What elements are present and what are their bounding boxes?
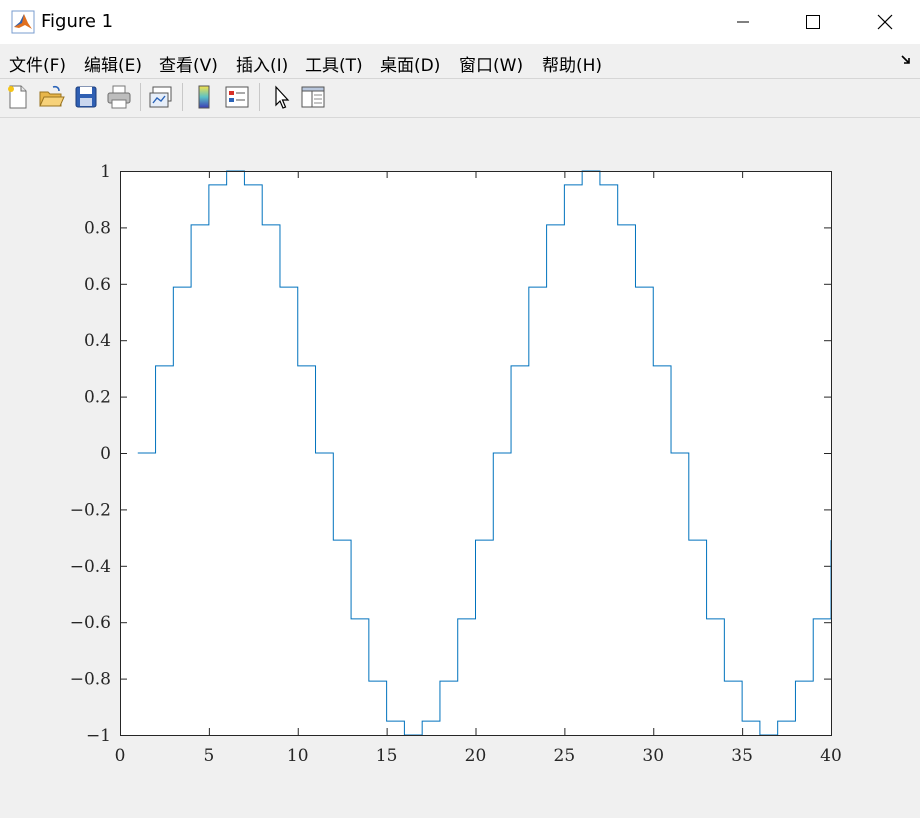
colorbar-button[interactable]: [190, 83, 218, 111]
maximize-icon: [806, 15, 820, 29]
y-tick-label: −1: [86, 726, 111, 746]
y-tick-label: −0.6: [70, 613, 111, 633]
x-tick-label: 20: [465, 746, 487, 766]
menu-bar: 文件(F) 编辑(E) 查看(V) 插入(I) 工具(T) 桌面(D) 窗口(W…: [0, 44, 920, 79]
toolbar-separator: [259, 83, 260, 111]
y-tick-label: 0.2: [84, 388, 111, 408]
menu-file[interactable]: 文件(F): [9, 51, 66, 76]
colorbar-icon: [198, 85, 210, 109]
open-file-icon: [39, 85, 65, 107]
menu-desktop[interactable]: 桌面(D): [380, 51, 440, 76]
property-inspector-icon: [301, 86, 325, 108]
open-file-button[interactable]: [37, 83, 65, 111]
y-tick-label: −0.2: [70, 500, 111, 520]
legend-button[interactable]: [223, 83, 251, 111]
x-tick-label: 30: [642, 746, 664, 766]
menu-view[interactable]: 查看(V): [159, 51, 218, 76]
x-tick-label: 5: [203, 746, 214, 766]
minimize-icon: [737, 21, 749, 23]
menu-insert[interactable]: 插入(I): [236, 51, 288, 76]
x-tick-label: 25: [554, 746, 576, 766]
new-figure-button[interactable]: [4, 83, 32, 111]
menu-tools[interactable]: 工具(T): [305, 51, 363, 76]
window-title: Figure 1: [41, 11, 114, 32]
link-plot-icon: [149, 86, 172, 108]
menu-window[interactable]: 窗口(W): [459, 51, 523, 76]
x-tick-label: 10: [287, 746, 309, 766]
figure-canvas: 0 5 10 15 20 25 30 35 40 −1 −0.8 −0.6 −0.4 −0.2 0 0.2 0.…: [0, 118, 920, 813]
title-bar: Figure 1: [0, 0, 920, 44]
edit-pointer-icon: [275, 85, 290, 109]
save-icon: [75, 86, 97, 108]
matlab-logo-icon: [11, 10, 35, 34]
new-figure-icon: [8, 85, 27, 109]
close-icon: [877, 14, 893, 30]
x-tick-label: 15: [376, 746, 398, 766]
y-tick-label: 0.4: [84, 331, 111, 351]
save-button[interactable]: [72, 83, 100, 111]
y-tick-label: 0: [100, 444, 111, 464]
minimize-button[interactable]: [708, 0, 778, 44]
dock-arrow-icon[interactable]: [900, 54, 912, 66]
close-button[interactable]: [850, 0, 920, 44]
plot-chart: 0 5 10 15 20 25 30 35 40 −1 −0.8 −0.6 −0.4 −0.2 0 0.2 0.…: [70, 162, 842, 766]
toolbar-separator: [182, 83, 183, 111]
print-button[interactable]: [105, 83, 133, 111]
y-tick-label: −0.4: [70, 557, 111, 577]
y-tick-label: 1: [100, 162, 111, 182]
menu-edit[interactable]: 编辑(E): [84, 51, 142, 76]
link-plot-button[interactable]: [147, 83, 175, 111]
x-tick-label: 0: [115, 746, 126, 766]
maximize-button[interactable]: [778, 0, 848, 44]
property-inspector-button[interactable]: [299, 83, 327, 111]
legend-icon: [225, 86, 249, 108]
y-tick-label: −0.8: [70, 670, 111, 690]
y-tick-label: 0.6: [84, 275, 111, 295]
y-tick-label: 0.8: [84, 218, 111, 238]
menu-help[interactable]: 帮助(H): [542, 51, 602, 76]
x-tick-label: 35: [731, 746, 753, 766]
x-tick-label: 40: [820, 746, 842, 766]
toolbar: [0, 79, 920, 118]
toolbar-separator: [140, 83, 141, 111]
edit-pointer-button[interactable]: [267, 83, 295, 111]
print-icon: [107, 85, 131, 109]
